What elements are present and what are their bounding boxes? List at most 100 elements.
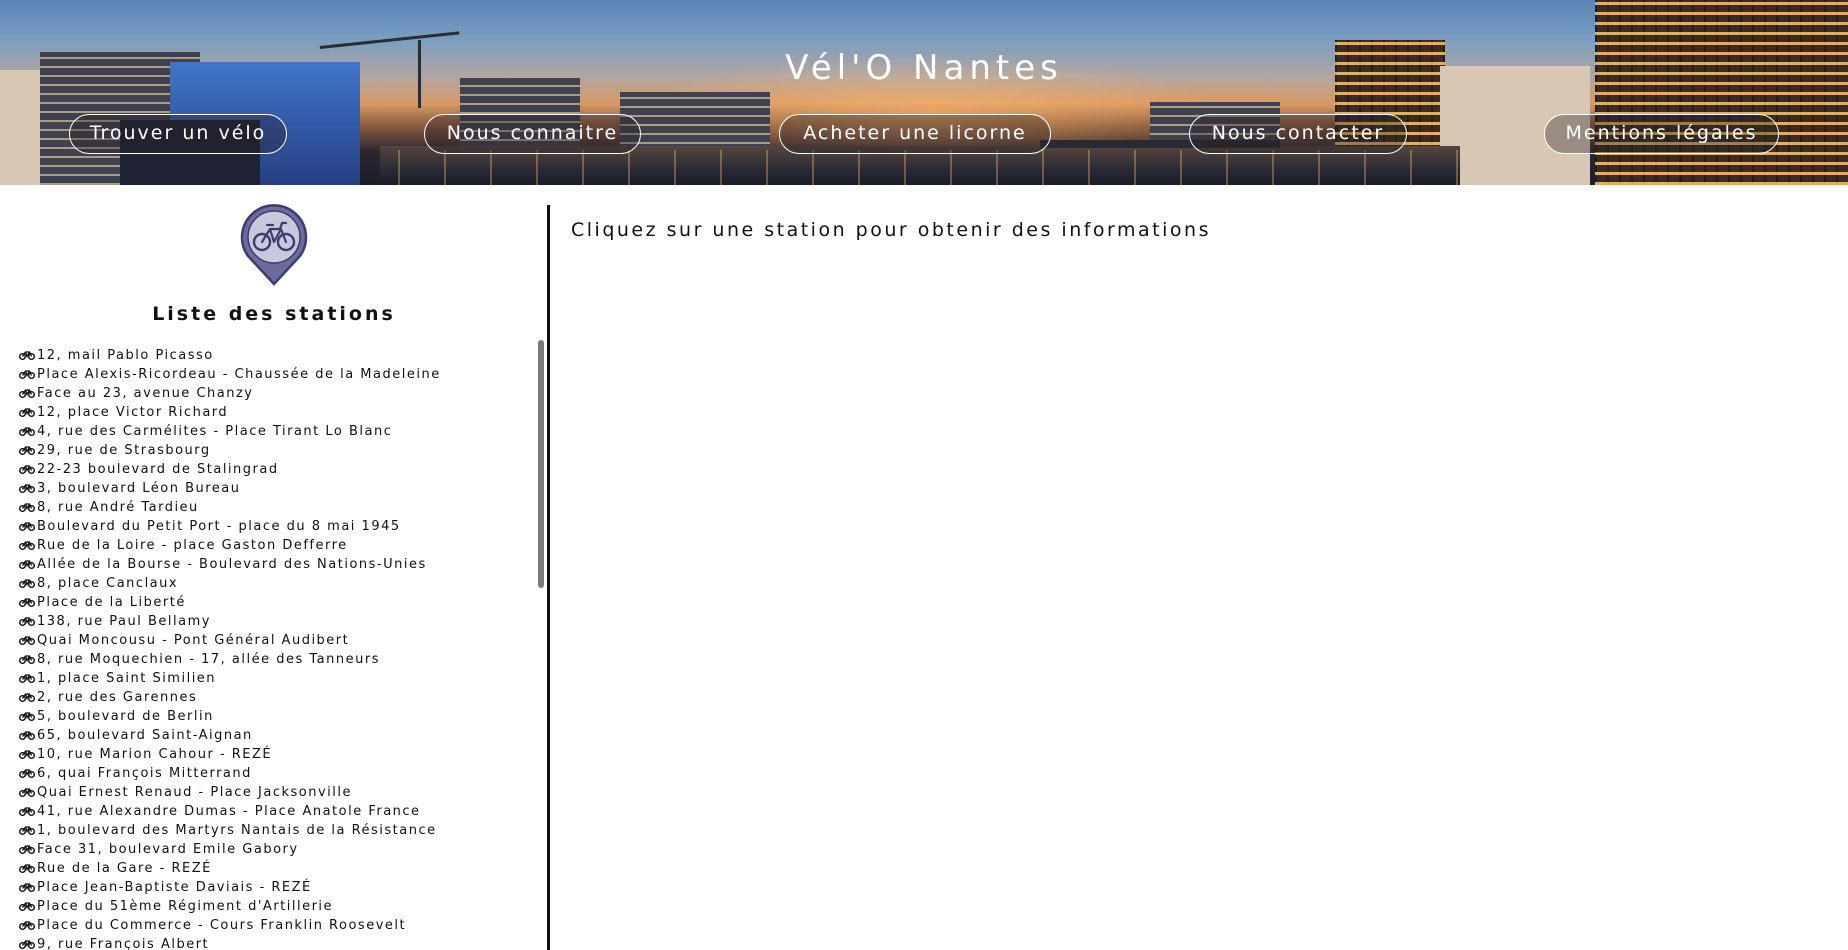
- bicycle-icon: [19, 465, 35, 474]
- bicycle-icon: [19, 560, 35, 569]
- bicycle-icon: [19, 351, 35, 360]
- station-name: 1, boulevard des Martyrs Nantais de la R…: [37, 823, 437, 838]
- station-item[interactable]: Place du 51ème Régiment d'Artillerie: [19, 897, 529, 916]
- nav-trouver-un-velo[interactable]: Trouver un vélo: [69, 114, 287, 154]
- station-item[interactable]: Rue de la Gare - REZÉ: [19, 859, 529, 878]
- station-name: 4, rue des Carmélites - Place Tirant Lo …: [37, 424, 393, 439]
- station-item[interactable]: Face 31, boulevard Emile Gabory: [19, 840, 529, 859]
- station-item[interactable]: Place de la Liberté: [19, 593, 529, 612]
- river-reflections: [380, 150, 1460, 185]
- station-name: Boulevard du Petit Port - place du 8 mai…: [37, 519, 401, 534]
- station-info-placeholder: Cliquez sur une station pour obtenir des…: [571, 219, 1211, 241]
- column-divider: [547, 205, 550, 950]
- station-name: 5, boulevard de Berlin: [37, 709, 214, 724]
- station-item[interactable]: Quai Moncousu - Pont Général Audibert: [19, 631, 529, 650]
- station-name: 8, rue Moquechien - 17, allée des Tanneu…: [37, 652, 380, 667]
- bicycle-icon: [19, 370, 35, 379]
- station-name: Place du 51ème Régiment d'Artillerie: [37, 899, 334, 914]
- station-item[interactable]: Quai Ernest Renaud - Place Jacksonville: [19, 783, 529, 802]
- station-item[interactable]: 29, rue de Strasbourg: [19, 441, 529, 460]
- station-item[interactable]: Place du Commerce - Cours Franklin Roose…: [19, 916, 529, 935]
- station-item[interactable]: Place Alexis-Ricordeau - Chaussée de la …: [19, 365, 529, 384]
- station-name: Quai Moncousu - Pont Général Audibert: [37, 633, 350, 648]
- station-item[interactable]: Rue de la Loire - place Gaston Defferre: [19, 536, 529, 555]
- bicycle-icon: [19, 807, 35, 816]
- station-item[interactable]: 8, rue André Tardieu: [19, 498, 529, 517]
- station-name: 10, rue Marion Cahour - REZÉ: [37, 747, 273, 762]
- station-item[interactable]: 4, rue des Carmélites - Place Tirant Lo …: [19, 422, 529, 441]
- stations-heading: Liste des stations: [152, 303, 396, 325]
- bicycle-icon: [19, 655, 35, 664]
- station-item[interactable]: 138, rue Paul Bellamy: [19, 612, 529, 631]
- station-name: 8, rue André Tardieu: [37, 500, 199, 515]
- bicycle-icon: [19, 579, 35, 588]
- station-name: 12, place Victor Richard: [37, 405, 229, 420]
- station-name: Rue de la Loire - place Gaston Defferre: [37, 538, 348, 553]
- bicycle-icon: [19, 921, 35, 930]
- nav-nous-contacter[interactable]: Nous contacter: [1189, 114, 1407, 154]
- station-item[interactable]: 65, boulevard Saint-Aignan: [19, 726, 529, 745]
- station-list: 12, mail Pablo Picasso Place Alexis-Ricor…: [19, 346, 529, 950]
- bike-map-marker-icon: [240, 204, 308, 286]
- bicycle-icon: [19, 674, 35, 683]
- station-item[interactable]: 3, boulevard Léon Bureau: [19, 479, 529, 498]
- bicycle-icon: [19, 427, 35, 436]
- bicycle-icon: [19, 731, 35, 740]
- station-item[interactable]: 6, quai François Mitterrand: [19, 764, 529, 783]
- station-name: 29, rue de Strasbourg: [37, 443, 211, 458]
- station-name: 8, place Canclaux: [37, 576, 179, 591]
- bicycle-icon: [19, 788, 35, 797]
- station-name: 9, rue François Albert: [37, 937, 210, 950]
- station-item[interactable]: Place Jean-Baptiste Daviais - REZÉ: [19, 878, 529, 897]
- station-name: Quai Ernest Renaud - Place Jacksonville: [37, 785, 353, 800]
- bicycle-icon: [19, 826, 35, 835]
- station-item[interactable]: 41, rue Alexandre Dumas - Place Anatole …: [19, 802, 529, 821]
- station-name: 3, boulevard Léon Bureau: [37, 481, 241, 496]
- station-item[interactable]: 8, place Canclaux: [19, 574, 529, 593]
- station-item[interactable]: Allée de la Bourse - Boulevard des Natio…: [19, 555, 529, 574]
- station-item[interactable]: Boulevard du Petit Port - place du 8 mai…: [19, 517, 529, 536]
- station-name: 12, mail Pablo Picasso: [37, 348, 214, 363]
- station-name: 2, rue des Garennes: [37, 690, 198, 705]
- bicycle-icon: [19, 446, 35, 455]
- bicycle-icon: [19, 845, 35, 854]
- station-name: 6, quai François Mitterrand: [37, 766, 252, 781]
- nav-mentions-legales[interactable]: Mentions légales: [1544, 114, 1779, 154]
- station-item[interactable]: 22-23 boulevard de Stalingrad: [19, 460, 529, 479]
- station-item[interactable]: 5, boulevard de Berlin: [19, 707, 529, 726]
- bicycle-icon: [19, 484, 35, 493]
- station-name: Rue de la Gare - REZÉ: [37, 861, 212, 876]
- station-item[interactable]: 10, rue Marion Cahour - REZÉ: [19, 745, 529, 764]
- station-item[interactable]: Face au 23, avenue Chanzy: [19, 384, 529, 403]
- bicycle-icon: [19, 408, 35, 417]
- station-name: Place Jean-Baptiste Daviais - REZÉ: [37, 880, 312, 895]
- station-name: 1, place Saint Similien: [37, 671, 217, 686]
- station-item[interactable]: 8, rue Moquechien - 17, allée des Tanneu…: [19, 650, 529, 669]
- station-name: Place du Commerce - Cours Franklin Roose…: [37, 918, 407, 933]
- bicycle-icon: [19, 541, 35, 550]
- bicycle-icon: [19, 522, 35, 531]
- station-name: 22-23 boulevard de Stalingrad: [37, 462, 279, 477]
- nav-acheter-une-licorne[interactable]: Acheter une licorne: [779, 114, 1051, 154]
- station-name: Place Alexis-Ricordeau - Chaussée de la …: [37, 367, 441, 382]
- nav-nous-connaitre[interactable]: Nous connaitre: [424, 114, 641, 154]
- building: [1595, 0, 1685, 185]
- header-banner: Vél'O Nantes Trouver un vélo Nous connai…: [0, 0, 1848, 185]
- bicycle-icon: [19, 503, 35, 512]
- scrollbar-thumb[interactable]: [538, 340, 544, 588]
- station-item[interactable]: 12, place Victor Richard: [19, 403, 529, 422]
- bicycle-icon: [19, 389, 35, 398]
- station-name: Face au 23, avenue Chanzy: [37, 386, 254, 401]
- bicycle-icon: [19, 769, 35, 778]
- station-item[interactable]: 12, mail Pablo Picasso: [19, 346, 529, 365]
- bicycle-icon: [19, 883, 35, 892]
- bicycle-icon: [19, 712, 35, 721]
- station-item[interactable]: 1, boulevard des Martyrs Nantais de la R…: [19, 821, 529, 840]
- station-item[interactable]: 1, place Saint Similien: [19, 669, 529, 688]
- site-title: Vél'O Nantes: [785, 48, 1063, 88]
- bicycle-icon: [19, 598, 35, 607]
- bicycle-icon: [19, 940, 35, 949]
- station-item[interactable]: 9, rue François Albert: [19, 935, 529, 950]
- station-item[interactable]: 2, rue des Garennes: [19, 688, 529, 707]
- bicycle-icon: [19, 902, 35, 911]
